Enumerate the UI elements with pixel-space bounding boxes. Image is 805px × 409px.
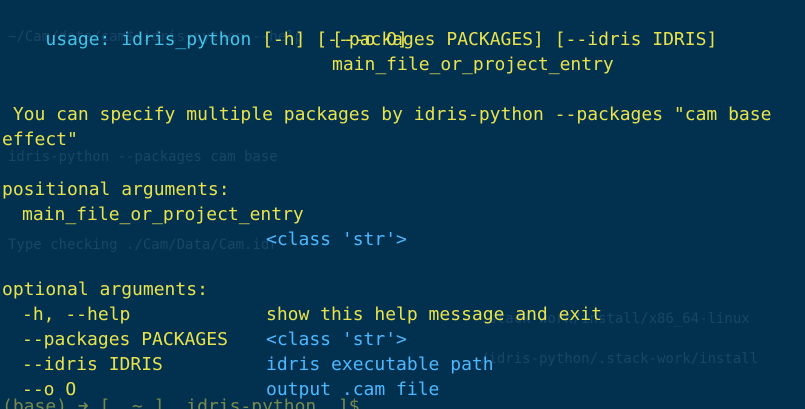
option-flag: --idris IDRIS bbox=[22, 354, 163, 375]
usage-options-continued: [--o O] bbox=[332, 29, 408, 50]
usage-positional-arg: main_file_or_project_entry bbox=[332, 54, 614, 75]
option-flag: --packages PACKAGES bbox=[22, 329, 228, 350]
usage-options: [-h] [--packages PACKAGES] [--idris IDRI… bbox=[262, 29, 718, 50]
positional-header: positional arguments: bbox=[2, 179, 230, 200]
option-description: idris executable path bbox=[266, 354, 494, 375]
description-line: You can specify multiple packages by idr… bbox=[2, 104, 772, 125]
option-flag: -h, --help bbox=[22, 304, 131, 325]
ghost-text: /idris-python/.stack-work/install bbox=[480, 351, 759, 367]
usage-prefix: usage: bbox=[45, 29, 111, 50]
terminal-window[interactable]: ~/Cam/data/cam$ idris-python --help idri… bbox=[0, 0, 805, 409]
optional-header: optional arguments: bbox=[2, 279, 208, 300]
ghost-text: Type checking ./Cam/Data/Cam.idr bbox=[8, 237, 278, 253]
description-line: effect" bbox=[2, 129, 78, 150]
prompt-line-cut: (base) ➜ [ ~ ] idris-python ]$ bbox=[2, 396, 360, 409]
option-description: <class 'str'> bbox=[266, 329, 407, 350]
positional-arg-type: <class 'str'> bbox=[266, 229, 407, 250]
program-name: idris_python bbox=[121, 29, 252, 50]
option-description: show this help message and exit bbox=[266, 304, 602, 325]
positional-arg-name: main_file_or_project_entry bbox=[22, 204, 304, 225]
